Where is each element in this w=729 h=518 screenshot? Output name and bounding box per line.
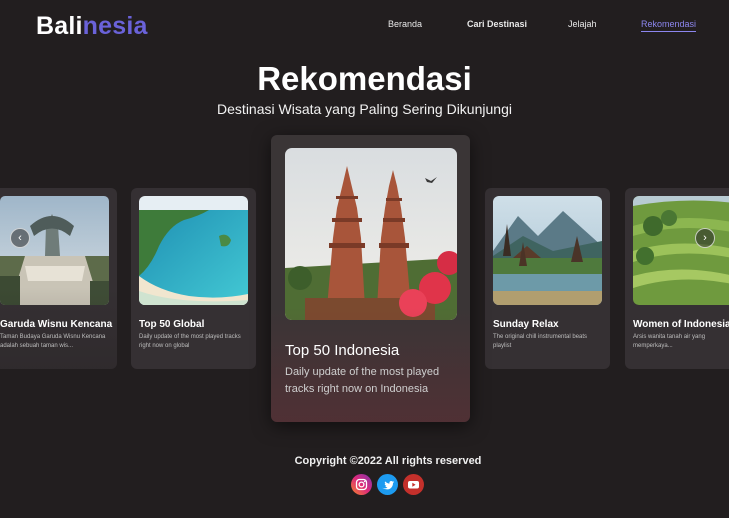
page-subtitle: Destinasi Wisata yang Paling Sering Diku… (217, 101, 512, 117)
card-image-rice-terrace (633, 196, 729, 305)
carousel-card-top50-global[interactable]: Top 50 Global Daily update of the most p… (131, 188, 256, 369)
logo-text-bali: Bali (36, 12, 83, 40)
card-image-beach (139, 196, 248, 305)
card-description: Daily update of the most played tracks r… (285, 366, 440, 396)
logo[interactable]: Balinesia (36, 12, 148, 41)
carousel-card-sunday-relax[interactable]: Sunday Relax The original chill instrume… (485, 188, 610, 369)
youtube-icon (403, 474, 424, 495)
card-title: Top 50 Global (139, 319, 205, 330)
logo-text-nesia: nesia (82, 12, 148, 40)
nav-beranda[interactable]: Beranda (388, 19, 422, 29)
card-image-temple-lake (493, 196, 602, 305)
carousel-prev-button[interactable]: ‹ (10, 228, 30, 248)
twitter-icon (377, 474, 398, 495)
card-description: Daily update of the most played tracks r… (139, 334, 241, 349)
card-description: The original chill instrumental beats pl… (493, 334, 588, 349)
instagram-link[interactable] (351, 474, 372, 495)
chevron-right-icon: › (703, 232, 707, 244)
nav-cari-destinasi[interactable]: Cari Destinasi (467, 19, 527, 29)
card-title: Garuda Wisnu Kencana (0, 319, 113, 330)
chevron-left-icon: ‹ (18, 232, 22, 244)
card-description: Taman Budaya Garuda Wisnu Kencana adalah… (0, 334, 106, 349)
card-description: Arsis wanita tanah air yang memperkaya..… (633, 334, 706, 349)
twitter-link[interactable] (377, 474, 398, 495)
card-title: Sunday Relax (493, 319, 559, 330)
carousel-card-top50-indonesia[interactable]: Top 50 Indonesia Daily update of the mos… (271, 135, 470, 422)
nav-rekomendasi[interactable]: Rekomendasi (641, 19, 697, 32)
footer-copyright: Copyright ©2022 All rights reserved (294, 455, 482, 467)
instagram-icon (351, 474, 372, 495)
carousel-card-women-of-indonesia[interactable]: Women of Indonesia Arsis wanita tanah ai… (625, 188, 729, 369)
youtube-link[interactable] (403, 474, 424, 495)
nav-jelajah[interactable]: Jelajah (568, 19, 597, 29)
card-title: Women of Indonesia (633, 319, 729, 330)
carousel-next-button[interactable]: › (695, 228, 715, 248)
page-title: Rekomendasi (257, 60, 472, 97)
carousel-card-garuda[interactable]: Garuda Wisnu Kencana Taman Budaya Garuda… (0, 188, 117, 369)
card-title: Top 50 Indonesia (285, 342, 400, 359)
